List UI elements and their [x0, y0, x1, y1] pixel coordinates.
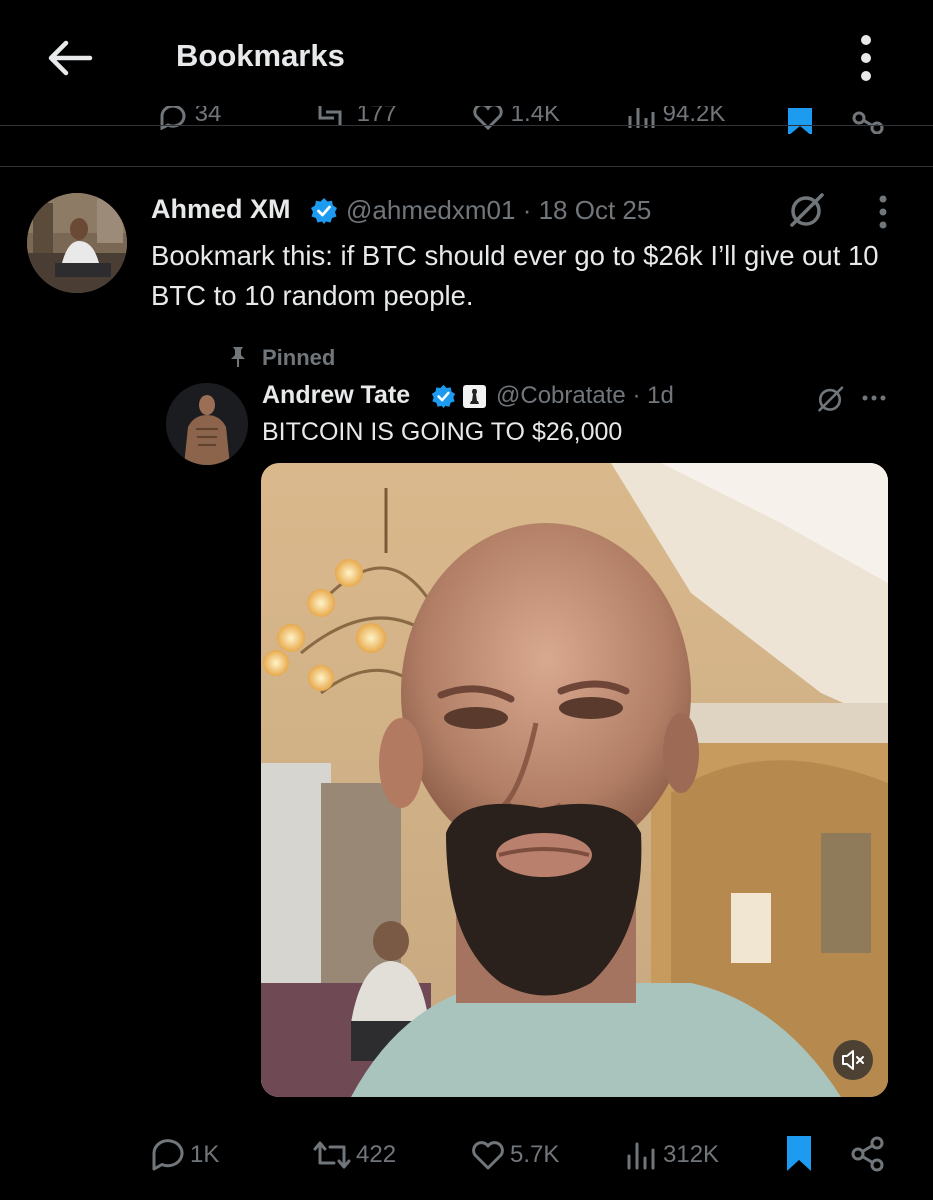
views-icon: [628, 107, 655, 128]
verified-badge-icon: [431, 384, 456, 409]
author-handle-date: @ahmedxm01 · 18 Oct 25: [346, 195, 651, 226]
views-count: 312K: [663, 1141, 720, 1168]
previous-reply-count: 34: [194, 106, 222, 127]
previous-reply-button[interactable]: 34: [158, 106, 221, 134]
views-icon: [627, 1142, 655, 1170]
repost-button[interactable]: 422: [312, 1132, 396, 1178]
reply-icon: [152, 1139, 184, 1171]
previous-repost-count: 177: [356, 106, 397, 127]
reply-button[interactable]: 1K: [150, 1132, 219, 1178]
pin-icon: [228, 346, 248, 368]
verified-badge-icon: [310, 197, 338, 225]
previous-like-button[interactable]: 1.4K: [472, 106, 560, 134]
grok-button[interactable]: [786, 190, 826, 230]
arrow-left-icon: [48, 40, 93, 76]
author-avatar[interactable]: [27, 193, 127, 293]
quoted-grok-button[interactable]: [815, 384, 845, 414]
reply-count: 1K: [190, 1141, 220, 1168]
page-title: Bookmarks: [176, 38, 345, 73]
tweet-date: · 18 Oct 25: [522, 195, 652, 225]
mute-button[interactable]: [833, 1040, 873, 1080]
speaker-muted-icon: [842, 1050, 864, 1070]
more-options-button[interactable]: [852, 32, 880, 84]
affiliation-badge-icon[interactable]: [462, 384, 487, 409]
pinned-label: Pinned: [262, 345, 336, 370]
video-player[interactable]: [261, 463, 888, 1097]
avatar-photo: [166, 383, 248, 465]
quoted-handle-time: @Cobratate · 1d: [496, 382, 674, 410]
previous-bookmark-button[interactable]: [786, 106, 814, 134]
bookmark-filled-icon: [787, 1136, 811, 1171]
share-button[interactable]: [850, 1134, 886, 1174]
repost-icon: [313, 1141, 351, 1169]
previous-views-button[interactable]: 94.2K: [626, 106, 725, 134]
bookmark-filled-icon: [788, 106, 812, 134]
bookmark-button[interactable]: [784, 1133, 814, 1175]
grok-icon: [790, 193, 824, 227]
repost-count: 422: [356, 1141, 397, 1168]
previous-like-count: 1.4K: [510, 106, 561, 127]
vertical-dots-icon: [861, 35, 871, 81]
like-button[interactable]: 5.7K: [470, 1132, 559, 1178]
views-button[interactable]: 312K: [625, 1132, 719, 1178]
back-button[interactable]: [44, 36, 96, 80]
header-divider: [0, 125, 933, 126]
quoted-tweet-time: · 1d: [632, 382, 674, 409]
share-icon: [852, 111, 884, 134]
share-icon: [851, 1136, 884, 1172]
quoted-more-button[interactable]: [860, 388, 888, 408]
video-frame: [261, 463, 888, 1097]
like-count: 5.7K: [510, 1141, 560, 1168]
vertical-dots-icon: [879, 195, 887, 229]
quoted-author-name[interactable]: Andrew Tate: [262, 381, 410, 410]
quoted-tweet-text: BITCOIN IS GOING TO $26,000: [262, 418, 623, 446]
tweet-divider: [0, 166, 933, 167]
repost-icon: [318, 106, 342, 126]
grok-icon: [818, 386, 844, 412]
previous-share-button[interactable]: [852, 111, 884, 134]
horizontal-dots-icon: [862, 395, 886, 401]
author-name[interactable]: Ahmed XM: [151, 194, 291, 225]
avatar-photo: [27, 193, 127, 293]
previous-tweet-action-bar: 34 177 1.4K 94.2K: [0, 106, 933, 134]
quoted-author-avatar[interactable]: [166, 383, 248, 465]
heart-icon: [473, 106, 503, 130]
author-handle[interactable]: @ahmedxm01: [346, 195, 515, 225]
previous-repost-button[interactable]: 177: [316, 106, 397, 134]
tweet-more-button[interactable]: [873, 194, 893, 230]
reply-icon: [160, 106, 186, 131]
tweet-text: Bookmark this: if BTC should ever go to …: [151, 240, 879, 311]
previous-views-count: 94.2K: [662, 106, 726, 127]
heart-icon: [472, 1141, 504, 1170]
quoted-author-handle[interactable]: @Cobratate: [496, 382, 626, 409]
